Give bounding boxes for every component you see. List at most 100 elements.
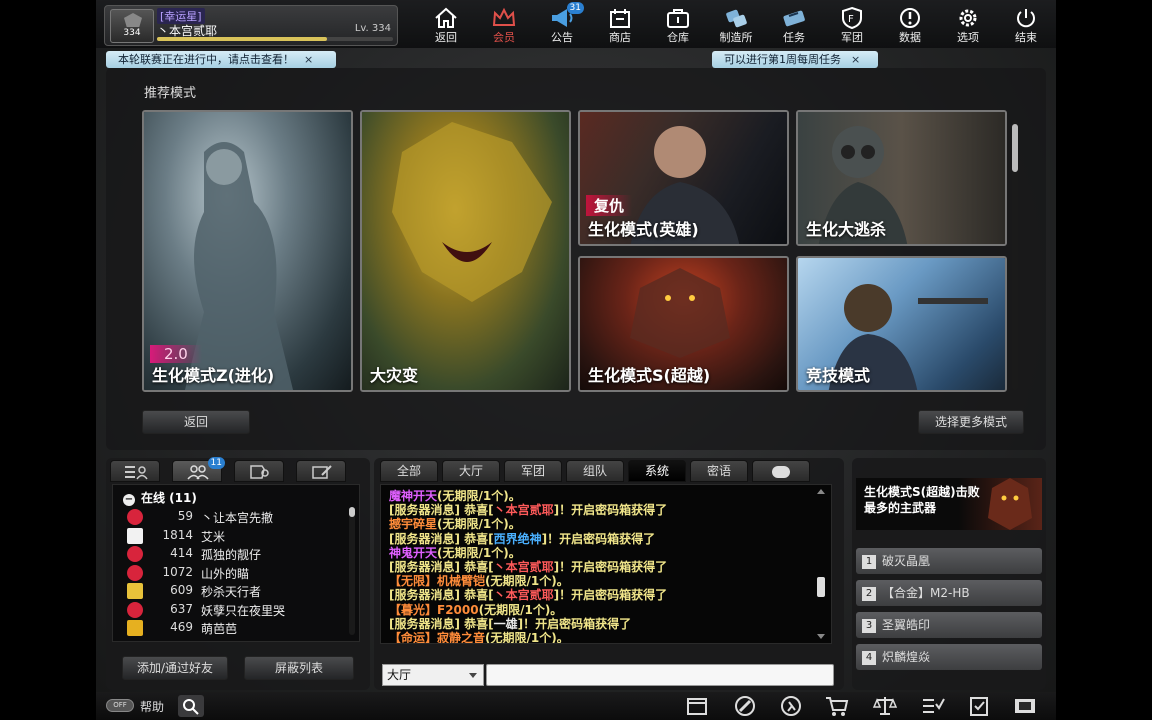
mode-caption: 生化大逃杀 — [806, 220, 887, 239]
weapon-row[interactable]: 4 炽麟煌焱 — [856, 644, 1042, 670]
help-toggle[interactable]: OFF — [106, 699, 134, 712]
checklist-icon[interactable] — [920, 694, 946, 718]
rose-icon — [127, 509, 143, 525]
chat-message-part: ]！开启密码箱获得了 — [553, 503, 668, 518]
close-icon[interactable]: × — [304, 53, 313, 66]
tab-emoji[interactable] — [752, 460, 810, 482]
tab-friend-list[interactable] — [110, 460, 160, 482]
nav-shop[interactable]: 商店 — [594, 4, 646, 46]
chat-channel-select[interactable]: 大厅 — [382, 664, 484, 686]
modes-scrollbar-thumb[interactable] — [1012, 124, 1018, 172]
weapon-rank: 1 — [862, 554, 876, 569]
scales-icon[interactable] — [872, 694, 898, 718]
nav-vip[interactable]: 会员 — [478, 4, 530, 46]
tab-chat-3[interactable]: 组队 — [566, 460, 624, 482]
add-friend-button[interactable]: 添加/通过好友 — [122, 656, 228, 680]
xp-bar-fill — [157, 37, 327, 41]
weekly-mission-notice[interactable]: 可以进行第1周每周任务 × — [712, 51, 878, 68]
chat-scrollbar[interactable] — [817, 489, 825, 639]
tab-chat-0[interactable]: 全部 — [380, 460, 438, 482]
block-list-button[interactable]: 屏蔽列表 — [244, 656, 354, 680]
league-notice-text: 本轮联赛正在进行中，请点击查看！ — [118, 53, 294, 66]
nav-label: 仓库 — [667, 31, 689, 44]
mode-card-zombie-s[interactable]: 生化模式S(超越) — [578, 256, 789, 392]
chat-channel-value: 大厅 — [387, 668, 412, 682]
mode-card-battle-royale[interactable]: 生化大逃杀 — [796, 110, 1007, 246]
film-icon[interactable] — [1012, 694, 1038, 718]
league-notice[interactable]: 本轮联赛正在进行中，请点击查看！ × — [106, 51, 336, 68]
runner-icon[interactable] — [778, 694, 804, 718]
weapon-row[interactable]: 2 【合金】M2-HB — [856, 580, 1042, 606]
weapon-rank: 3 — [862, 618, 876, 633]
tab-chat-2[interactable]: 军团 — [504, 460, 562, 482]
nav-label: 选项 — [957, 31, 979, 44]
tab-chat-1[interactable]: 大厅 — [442, 460, 500, 482]
scroll-up-icon[interactable] — [817, 489, 825, 494]
friend-name: 丶让本宫先撤 — [201, 511, 274, 525]
mode-card-zombie-hero[interactable]: 复仇 生化模式(英雄) — [578, 110, 789, 246]
mode-card-competitive[interactable]: 竞技模式 — [796, 256, 1007, 392]
weapon-rank: 2 — [862, 586, 876, 601]
online-group-label: 在线 (11) — [141, 491, 197, 505]
scroll-down-icon[interactable] — [817, 634, 825, 639]
mode-caption: 生化模式(英雄) — [588, 220, 699, 239]
nav-legion[interactable]: F 军团 — [826, 4, 878, 46]
calendar-icon[interactable] — [684, 694, 710, 718]
chevron-down-icon — [469, 673, 477, 678]
nav-announcement[interactable]: 31 公告 — [536, 2, 588, 46]
nav-storage[interactable]: 仓库 — [652, 4, 704, 46]
friend-row[interactable]: 59 丶让本宫先撤 — [127, 509, 347, 527]
nav-exit[interactable]: 结束 — [1000, 4, 1052, 46]
friend-name: 艾米 — [201, 529, 226, 544]
collapse-icon[interactable]: − — [123, 494, 135, 506]
friend-row[interactable]: 469 萌芭芭 — [127, 620, 347, 638]
search-button[interactable] — [178, 695, 204, 717]
tab-friend-edit[interactable] — [296, 460, 346, 482]
nav-options[interactable]: 选项 — [942, 4, 994, 46]
friend-list-scrollbar[interactable] — [349, 507, 355, 635]
friend-row[interactable]: 637 妖孽只在夜里哭 — [127, 601, 347, 620]
help-label[interactable]: 帮助 — [140, 698, 164, 715]
chat-scrollbar-thumb[interactable] — [817, 577, 825, 597]
compass-icon[interactable] — [732, 694, 758, 718]
tab-friend-search[interactable] — [234, 460, 284, 482]
shield-icon: F — [842, 6, 862, 30]
friend-row[interactable]: 1072 山外的瞄 — [127, 564, 347, 583]
recommended-modes-panel: 推荐模式 2.0 生化模式Z(进化) 大灾变 复仇 生化模式(英雄) 生化大逃杀… — [106, 68, 1046, 450]
more-modes-button[interactable]: 选择更多模式 — [918, 410, 1024, 434]
friend-row[interactable]: 609 秒杀天行者 — [127, 583, 347, 601]
nav-back[interactable]: 返回 — [420, 4, 472, 46]
clipboard-check-icon[interactable] — [966, 694, 992, 718]
user-search-icon — [250, 465, 269, 479]
nav-missions[interactable]: 任务 — [768, 4, 820, 46]
friend-list-scrollbar-thumb[interactable] — [349, 507, 355, 517]
nav-data[interactable]: 数据 — [884, 4, 936, 46]
announcement-count-badge: 31 — [566, 2, 584, 14]
player-level: Lv. 334 — [354, 23, 391, 34]
tab-chat-5[interactable]: 密语 — [690, 460, 748, 482]
users-icon — [187, 465, 209, 480]
top-bar: 334 [幸运星] 丶本宫贰耶 Lv. 334 返回 会员 31 公告 商店 仓… — [96, 0, 1056, 48]
tab-chat-4[interactable]: 系统 — [628, 460, 686, 482]
modes-back-button[interactable]: 返回 — [142, 410, 250, 434]
nav-label: 返回 — [435, 31, 457, 44]
close-icon[interactable]: × — [851, 53, 860, 66]
weapon-row[interactable]: 3 圣翼皓印 — [856, 612, 1042, 638]
tab-friends-online[interactable]: 11 — [172, 457, 225, 482]
online-group-header[interactable]: − 在线 (11) — [123, 489, 197, 506]
friend-row[interactable]: 1814 艾米 — [127, 527, 347, 546]
nav-crafting[interactable]: 制造所 — [710, 4, 762, 46]
friend-row[interactable]: 414 孤独的靓仔 — [127, 546, 347, 564]
top-weapons-panel: 生化模式S(超越)击败最多的主武器 1 破灭晶凰 2 【合金】M2-HB 3 圣翼皓印 4 炽… — [852, 458, 1046, 690]
modes-scrollbar[interactable] — [1012, 120, 1018, 390]
mode-card-zombie-z[interactable]: 2.0 生化模式Z(进化) — [142, 110, 353, 392]
chat-input[interactable] — [486, 664, 834, 686]
top-weapons-title: 生化模式S(超越)击败最多的主武器 — [864, 485, 980, 515]
player-profile[interactable]: 334 [幸运星] 丶本宫贰耶 Lv. 334 — [104, 5, 398, 46]
modes-title: 推荐模式 — [144, 86, 197, 101]
rose-icon — [127, 601, 143, 618]
mode-card-cataclysm[interactable]: 大灾变 — [360, 110, 571, 392]
gear-icon — [959, 9, 977, 27]
cart-icon[interactable] — [824, 694, 850, 718]
weapon-row[interactable]: 1 破灭晶凰 — [856, 548, 1042, 574]
